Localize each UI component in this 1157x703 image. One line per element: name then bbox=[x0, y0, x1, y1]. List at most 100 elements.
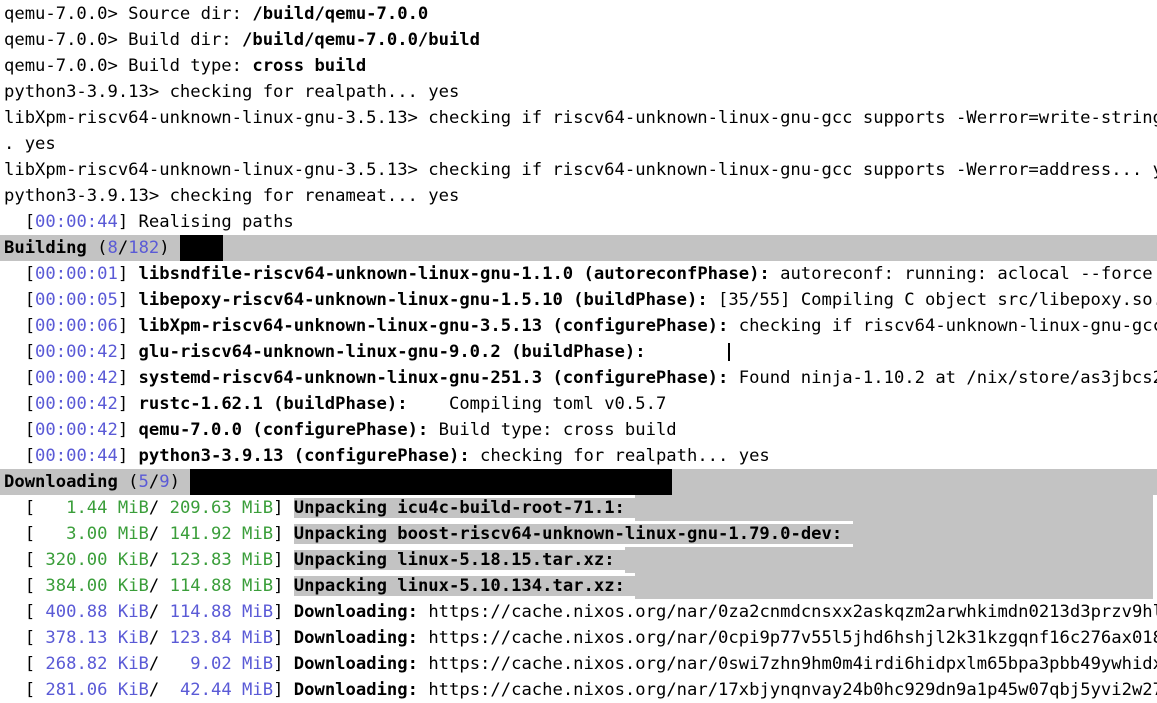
build-message: Build type: cross build bbox=[428, 420, 677, 440]
package-name: libXpm-riscv64-unknown-linux-gnu-3.5.13 … bbox=[138, 316, 729, 336]
downloaded-size: 378.13 KiB bbox=[45, 628, 149, 648]
build-item: [00:00:42] rustc-1.62.1 (buildPhase): Co… bbox=[4, 394, 667, 414]
action-label: Unpacking boost-riscv64-unknown-linux-gn… bbox=[293, 524, 853, 544]
build-message: checking if riscv64-unknown-linux-gnu-gc… bbox=[728, 316, 1157, 336]
log-line: . yes bbox=[4, 134, 56, 154]
downloading-total: 9 bbox=[159, 472, 170, 492]
terminal-window[interactable]: qemu-7.0.0> Source dir: /build/qemu-7.0.… bbox=[0, 0, 1157, 703]
build-item: [00:00:42] qemu-7.0.0 (configurePhase): … bbox=[4, 420, 677, 440]
action-label: Unpacking icu4c-build-root-71.1: bbox=[293, 498, 636, 518]
building-list: [00:00:01] libsndfile-riscv64-unknown-li… bbox=[0, 261, 1157, 469]
downloading-progress-bar bbox=[190, 469, 673, 495]
download-item: [ 378.13 KiB/ 123.84 MiB] Downloading: h… bbox=[0, 625, 1157, 651]
log-line: qemu-7.0.0> Build type: cross build bbox=[4, 56, 367, 76]
download-item: [ 281.06 KiB/ 42.44 MiB] Downloading: ht… bbox=[0, 677, 1157, 703]
total-size: 209.63 MiB bbox=[159, 498, 274, 518]
timer: 00:00:42 bbox=[35, 368, 118, 388]
log-line: libXpm-riscv64-unknown-linux-gnu-3.5.13>… bbox=[4, 108, 1157, 128]
build-message: Compiling toml v0.5.7 bbox=[407, 394, 667, 414]
progress-fill bbox=[624, 547, 1153, 573]
progress-fill bbox=[635, 573, 1154, 599]
action-label: Downloading: bbox=[294, 680, 418, 700]
download-item: [ 384.00 KiB/ 114.88 MiB] Unpacking linu… bbox=[0, 573, 1157, 599]
build-item: [00:00:42] glu-riscv64-unknown-linux-gnu… bbox=[0, 339, 1157, 365]
build-item: [00:00:05] libepoxy-riscv64-unknown-linu… bbox=[0, 287, 1157, 313]
downloading-list: [ 1.44 MiB/ 209.63 MiB] Unpacking icu4c-… bbox=[0, 495, 1157, 703]
timer: 00:00:44 bbox=[35, 212, 118, 232]
action-text: Downloading: bbox=[293, 680, 418, 700]
action-text: Unpacking icu4c-build-root-71.1: bbox=[293, 498, 625, 518]
total-size: 114.88 MiB bbox=[159, 576, 274, 596]
download-item: [ 320.00 KiB/ 123.83 MiB] Unpacking linu… bbox=[0, 547, 1157, 573]
build-item: [00:00:01] libsndfile-riscv64-unknown-li… bbox=[4, 264, 1153, 284]
action-label: Unpacking linux-5.10.134.tar.xz: bbox=[293, 576, 636, 596]
timer: 00:00:06 bbox=[35, 316, 118, 336]
progress-fill bbox=[635, 495, 1154, 521]
timer: 00:00:01 bbox=[35, 264, 118, 284]
building-label: Building bbox=[4, 238, 87, 258]
downloaded-size: 320.00 KiB bbox=[45, 550, 149, 570]
log-line: qemu-7.0.0> Build dir: /build/qemu-7.0.0… bbox=[4, 30, 480, 50]
download-url: https://cache.nixos.org/nar/0za2cnmdcnsx… bbox=[417, 602, 1157, 622]
total-size: 141.92 MiB bbox=[159, 524, 274, 544]
building-header: Building (8/182) bbox=[0, 235, 1157, 261]
package-name: rustc-1.62.1 (buildPhase): bbox=[138, 394, 408, 414]
timer: 00:00:42 bbox=[35, 394, 118, 414]
action-label: Downloading: bbox=[294, 602, 418, 622]
download-url: https://cache.nixos.org/nar/17xbjynqnvay… bbox=[417, 680, 1157, 700]
action-label: Downloading: bbox=[294, 628, 418, 648]
downloaded-size: 400.88 KiB bbox=[45, 602, 149, 622]
log-line: python3-3.9.13> checking for renameat...… bbox=[4, 186, 460, 206]
downloaded-size: 384.00 KiB bbox=[45, 576, 149, 596]
timer: 00:00:42 bbox=[35, 342, 118, 362]
package-name: libsndfile-riscv64-unknown-linux-gnu-1.1… bbox=[138, 264, 770, 284]
action-label: Unpacking linux-5.18.15.tar.xz: bbox=[293, 550, 625, 570]
total-size: 123.84 MiB bbox=[159, 628, 274, 648]
action-text: Unpacking boost-riscv64-unknown-linux-gn… bbox=[293, 524, 843, 544]
action-label: Downloading: bbox=[294, 654, 418, 674]
package-name: python3-3.9.13 (configurePhase): bbox=[138, 446, 470, 466]
download-item: [ 1.44 MiB/ 209.63 MiB] Unpacking icu4c-… bbox=[0, 495, 1157, 521]
action-text: Downloading: bbox=[293, 602, 418, 622]
log-line: qemu-7.0.0> Source dir: /build/qemu-7.0.… bbox=[4, 4, 429, 24]
build-item: [00:00:44] python3-3.9.13 (configurePhas… bbox=[4, 446, 770, 466]
timer: 00:00:44 bbox=[35, 446, 118, 466]
build-message: Found ninja-1.10.2 at /nix/store/as3jbcs… bbox=[728, 368, 1157, 388]
building-progress-bar bbox=[179, 235, 223, 261]
downloaded-size: 1.44 MiB bbox=[45, 498, 149, 518]
downloading-header: Downloading (5/9) bbox=[0, 469, 1157, 495]
building-done: 8 bbox=[107, 238, 118, 258]
downloading-done: 5 bbox=[138, 472, 149, 492]
downloading-label: Downloading bbox=[4, 472, 118, 492]
build-message: autoreconf: running: aclocal --force bbox=[769, 264, 1153, 284]
build-item: [00:00:42] systemd-riscv64-unknown-linux… bbox=[0, 365, 1157, 391]
status-line: [00:00:44] Realising paths bbox=[4, 212, 294, 232]
package-name: systemd-riscv64-unknown-linux-gnu-251.3 … bbox=[138, 368, 729, 388]
build-item: [00:00:06] libXpm-riscv64-unknown-linux-… bbox=[0, 313, 1157, 339]
download-item: [ 268.82 KiB/ 9.02 MiB] Downloading: htt… bbox=[0, 651, 1157, 677]
build-message: checking for realpath... yes bbox=[469, 446, 770, 466]
log-line: libXpm-riscv64-unknown-linux-gnu-3.5.13>… bbox=[4, 160, 1157, 180]
timer: 00:00:42 bbox=[35, 420, 118, 440]
timer: 00:00:05 bbox=[35, 290, 118, 310]
package-name: glu-riscv64-unknown-linux-gnu-9.0.2 (bui… bbox=[138, 342, 646, 362]
action-text: Downloading: bbox=[293, 628, 418, 648]
download-url: https://cache.nixos.org/nar/0swi7zhn9hm0… bbox=[417, 654, 1157, 674]
build-message: [35/55] Compiling C object src/libepoxy.… bbox=[707, 290, 1157, 310]
action-text: Unpacking linux-5.10.134.tar.xz: bbox=[293, 576, 625, 596]
action-text: Unpacking linux-5.18.15.tar.xz: bbox=[293, 550, 615, 570]
total-size: 123.83 MiB bbox=[159, 550, 274, 570]
progress-fill bbox=[852, 521, 1153, 547]
downloaded-size: 268.82 KiB bbox=[45, 654, 149, 674]
building-total: 182 bbox=[128, 238, 160, 258]
downloaded-size: 3.00 MiB bbox=[45, 524, 149, 544]
log-line: python3-3.9.13> checking for realpath...… bbox=[4, 82, 460, 102]
total-size: 9.02 MiB bbox=[159, 654, 274, 674]
action-text: Downloading: bbox=[293, 654, 418, 674]
package-name: qemu-7.0.0 (configurePhase): bbox=[138, 420, 429, 440]
text-cursor bbox=[728, 343, 731, 361]
download-url: https://cache.nixos.org/nar/0cpi9p77v55l… bbox=[417, 628, 1157, 648]
total-size: 114.88 MiB bbox=[159, 602, 274, 622]
download-item: [ 3.00 MiB/ 141.92 MiB] Unpacking boost-… bbox=[0, 521, 1157, 547]
total-size: 42.44 MiB bbox=[159, 680, 274, 700]
